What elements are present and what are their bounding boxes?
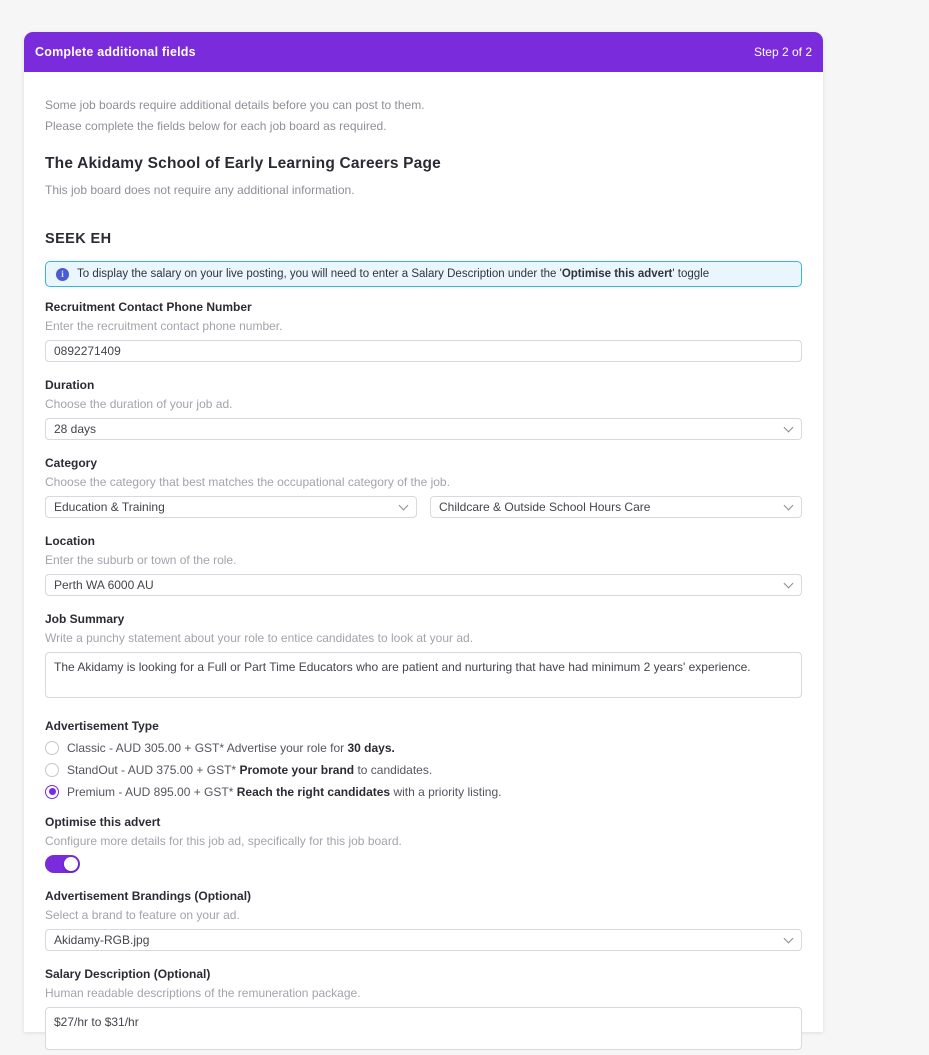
optimise-label: Optimise this advert bbox=[45, 815, 161, 829]
job-summary-label: Job Summary bbox=[45, 612, 125, 626]
radio-button[interactable] bbox=[45, 762, 59, 777]
salary-desc: Human readable descriptions of the remun… bbox=[45, 986, 361, 1000]
chevron-down-icon bbox=[398, 500, 409, 511]
brandings-select[interactable]: Akidamy-RGB.jpg bbox=[45, 929, 802, 951]
radio-button[interactable] bbox=[45, 740, 59, 755]
location-label: Location bbox=[45, 534, 95, 548]
category-primary-select[interactable]: Education & Training bbox=[45, 496, 417, 518]
chevron-down-icon bbox=[783, 500, 794, 511]
brandings-desc: Select a brand to feature on your ad. bbox=[45, 908, 240, 922]
job-summary-desc: Write a punchy statement about your role… bbox=[45, 631, 474, 645]
ad-type-option-classic-label: Classic - AUD 305.00 + GST* Advertise yo… bbox=[67, 740, 395, 755]
phone-desc: Enter the recruitment contact phone numb… bbox=[45, 319, 283, 333]
duration-select-value: 28 days bbox=[54, 422, 97, 436]
phone-input[interactable] bbox=[45, 340, 802, 362]
radio-button[interactable] bbox=[45, 784, 59, 799]
salary-info-text: To display the salary on your live posti… bbox=[77, 268, 710, 280]
category-desc: Choose the category that best matches th… bbox=[45, 475, 450, 489]
category-select-row: Education & Training Childcare & Outside… bbox=[45, 489, 802, 518]
brandings-select-value: Akidamy-RGB.jpg bbox=[54, 933, 150, 947]
location-desc: Enter the suburb or town of the role. bbox=[45, 553, 237, 567]
optimise-toggle[interactable] bbox=[45, 855, 80, 873]
step-indicator: Step 2 of 2 bbox=[753, 45, 812, 59]
salary-info-banner: i To display the salary on your live pos… bbox=[45, 261, 802, 287]
salary-textarea[interactable]: $27/hr to $31/hr bbox=[45, 1007, 802, 1050]
ad-type-option-standout-label: StandOut - AUD 375.00 + GST* Promote you… bbox=[67, 762, 433, 777]
ad-type-option-classic[interactable]: Classic - AUD 305.00 + GST* Advertise yo… bbox=[45, 740, 802, 755]
category-label: Category bbox=[45, 456, 98, 470]
ad-type-option-premium-label: Premium - AUD 895.00 + GST* Reach the ri… bbox=[67, 784, 502, 799]
ad-type-option-standout[interactable]: StandOut - AUD 375.00 + GST* Promote you… bbox=[45, 762, 802, 777]
category-secondary-value: Childcare & Outside School Hours Care bbox=[439, 500, 651, 514]
step-header: Complete additional fields Step 2 of 2 bbox=[24, 32, 823, 72]
info-icon: i bbox=[56, 267, 69, 281]
ad-type-option-premium[interactable]: Premium - AUD 895.00 + GST* Reach the ri… bbox=[45, 784, 802, 799]
toggle-knob bbox=[64, 857, 78, 871]
careers-board-note: This job board does not require any addi… bbox=[45, 183, 355, 197]
salary-label: Salary Description (Optional) bbox=[45, 967, 211, 981]
chevron-down-icon bbox=[783, 933, 794, 944]
step-content: Some job boards require additional detai… bbox=[24, 72, 823, 1055]
careers-board-title: The Akidamy School of Early Learning Car… bbox=[45, 155, 441, 172]
job-summary-textarea[interactable]: The Akidamy is looking for a Full or Par… bbox=[45, 652, 802, 698]
seek-board-title: SEEK EH bbox=[45, 231, 112, 247]
ad-type-label: Advertisement Type bbox=[45, 719, 159, 733]
chevron-down-icon bbox=[783, 578, 794, 589]
intro-line-1: Some job boards require additional detai… bbox=[45, 98, 425, 112]
category-primary-value: Education & Training bbox=[54, 500, 165, 514]
duration-select[interactable]: 28 days bbox=[45, 418, 802, 440]
chevron-down-icon bbox=[783, 422, 794, 433]
step-header-title: Complete additional fields bbox=[35, 45, 196, 59]
optimise-desc: Configure more details for this job ad, … bbox=[45, 834, 402, 848]
phone-label: Recruitment Contact Phone Number bbox=[45, 300, 252, 314]
duration-desc: Choose the duration of your job ad. bbox=[45, 397, 233, 411]
intro-line-2: Please complete the fields below for eac… bbox=[45, 119, 387, 133]
post-job-step-card: Complete additional fields Step 2 of 2 S… bbox=[24, 32, 823, 1050]
brandings-label: Advertisement Brandings (Optional) bbox=[45, 889, 252, 903]
location-select-value: Perth WA 6000 AU bbox=[54, 578, 154, 592]
location-select[interactable]: Perth WA 6000 AU bbox=[45, 574, 802, 596]
category-secondary-select[interactable]: Childcare & Outside School Hours Care bbox=[430, 496, 802, 518]
duration-label: Duration bbox=[45, 378, 95, 392]
